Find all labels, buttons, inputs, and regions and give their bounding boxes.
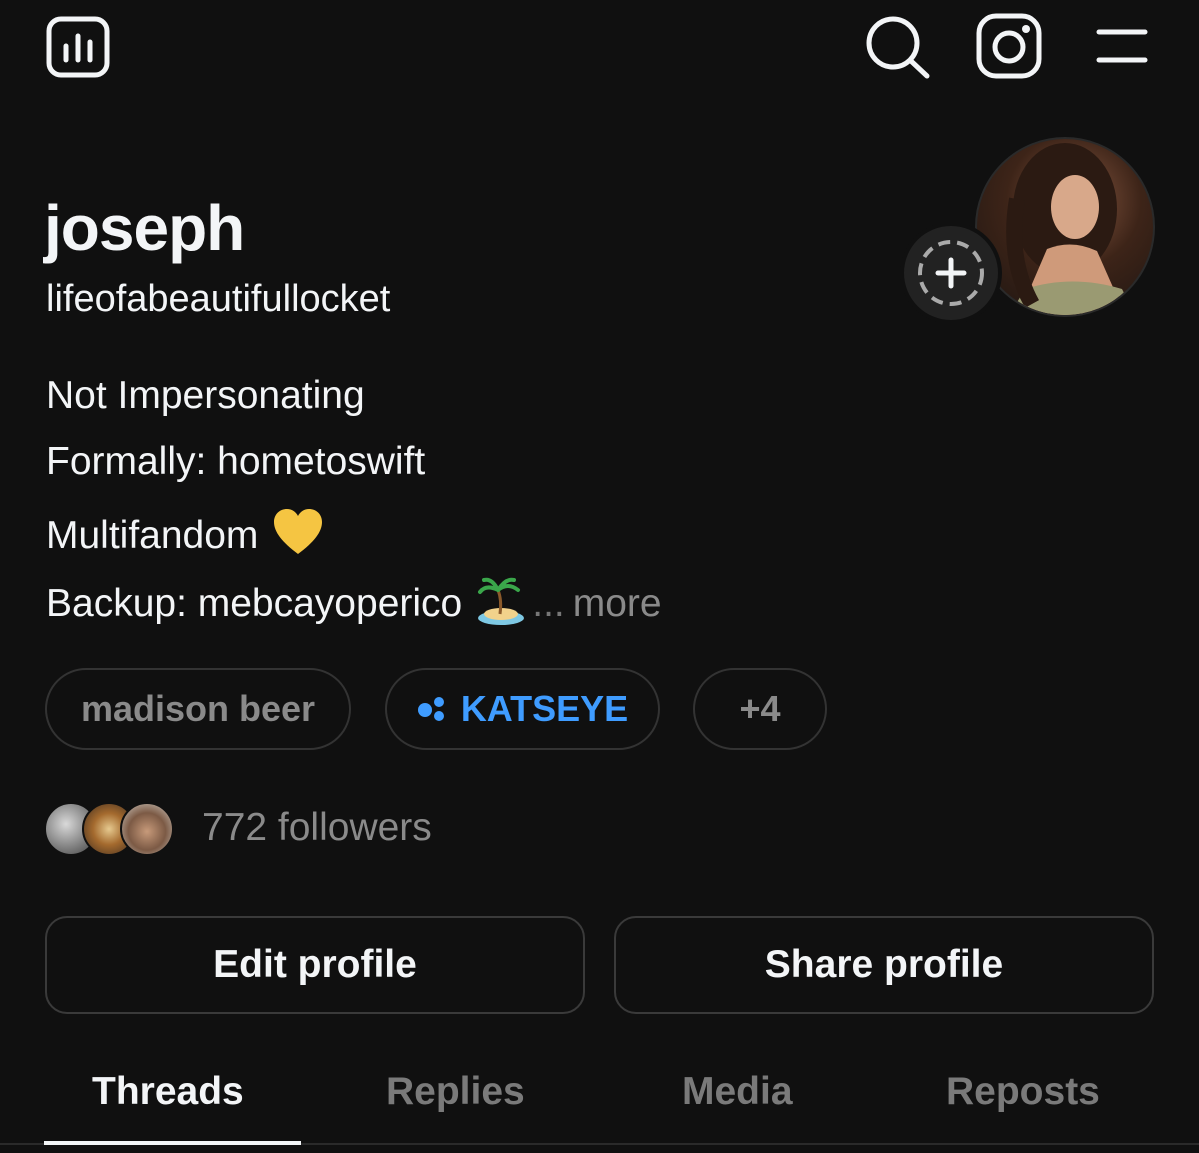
- bio-text: Not Impersonating: [46, 374, 365, 417]
- tag-more[interactable]: +4: [693, 668, 827, 750]
- more-link[interactable]: more: [573, 584, 662, 623]
- bio-text: Backup: mebcayoperico: [46, 582, 463, 625]
- bio-line: Formally: hometoswift: [46, 442, 425, 481]
- tab-threads[interactable]: Threads: [92, 1072, 244, 1111]
- search-icon[interactable]: [862, 14, 932, 80]
- bio-text: Formally: hometoswift: [46, 440, 426, 483]
- tab-media[interactable]: Media: [682, 1072, 793, 1111]
- instagram-icon[interactable]: [974, 12, 1044, 80]
- active-tab-indicator: [44, 1141, 301, 1145]
- tab-reposts[interactable]: Reposts: [946, 1072, 1100, 1111]
- tag-label: +4: [739, 688, 781, 729]
- truncation-ellipsis: ...: [532, 582, 565, 625]
- community-dots-icon: [417, 697, 444, 721]
- bio-line: Backup: mebcayoperico ... more: [46, 574, 662, 633]
- bio-line: Multifandom: [46, 508, 324, 563]
- profile-page: joseph lifeofabeautifullocket Not Impers…: [0, 0, 1199, 1153]
- tab-replies[interactable]: Replies: [386, 1072, 525, 1111]
- username: lifeofabeautifullocket: [46, 278, 391, 320]
- profile-tabs: Threads Replies Media Reposts: [0, 1060, 1199, 1153]
- tag-label: madison beer: [80, 688, 316, 729]
- edit-profile-button[interactable]: Edit profile: [45, 916, 585, 1014]
- tag-katseye[interactable]: KATSEYE: [385, 668, 660, 750]
- followers-count[interactable]: 772 followers: [202, 808, 432, 847]
- bar-chart-icon[interactable]: [44, 14, 112, 80]
- bio-line: Not Impersonating: [46, 376, 365, 415]
- yellow-heart-icon: [272, 508, 324, 563]
- add-story-button[interactable]: [904, 226, 998, 320]
- bio-text: Multifandom: [46, 514, 259, 557]
- menu-icon[interactable]: [1092, 24, 1150, 68]
- follower-avatars[interactable]: [44, 802, 176, 856]
- tag-madison-beer[interactable]: madison beer: [45, 668, 351, 750]
- tag-label: KATSEYE: [460, 688, 629, 729]
- plus-icon: [918, 240, 984, 306]
- avatar: [120, 802, 174, 856]
- display-name: joseph: [44, 192, 245, 264]
- share-profile-button[interactable]: Share profile: [614, 916, 1154, 1014]
- desert-island-icon: [476, 574, 526, 633]
- profile-avatar[interactable]: [975, 137, 1155, 317]
